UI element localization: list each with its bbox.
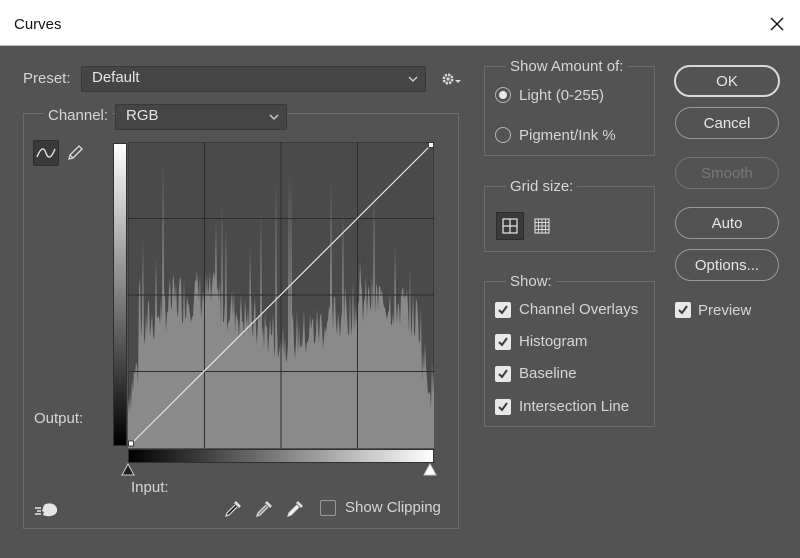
preset-dropdown[interactable]: Default (81, 66, 426, 92)
auto-button[interactable]: Auto (675, 207, 779, 239)
output-gradient-bar (113, 143, 127, 446)
input-gradient-bar (128, 449, 434, 463)
channel-overlays-label: Channel Overlays (519, 301, 639, 318)
checkmark-icon (678, 305, 688, 315)
curve-point-tool[interactable] (33, 140, 59, 166)
output-label: Output: (34, 410, 84, 427)
baseline-checkbox[interactable] (495, 366, 511, 382)
close-button[interactable] (754, 6, 800, 42)
close-icon (770, 17, 784, 31)
detailed-grid-button[interactable] (528, 212, 556, 240)
smooth-button[interactable]: Smooth (675, 157, 779, 189)
curves-graph[interactable] (128, 142, 434, 448)
pencil-icon (68, 145, 83, 160)
black-eyedropper-button[interactable] (221, 497, 245, 521)
baseline-label: Baseline (519, 365, 577, 382)
curve-point-icon (36, 148, 56, 158)
simple-grid-icon (502, 218, 518, 234)
input-label: Input: (131, 479, 169, 496)
gray-eyedropper-icon (256, 501, 272, 517)
preset-label: Preset: (23, 70, 71, 87)
chevron-down-icon (408, 76, 418, 82)
intersection-line-checkbox[interactable] (495, 399, 511, 415)
white-eyedropper-icon (287, 501, 303, 517)
white-eyedropper-button[interactable] (283, 497, 307, 521)
gray-eyedropper-button[interactable] (252, 497, 276, 521)
light-radio-label: Light (0-255) (519, 87, 605, 104)
histogram-checkbox[interactable] (495, 334, 511, 350)
black-point-slider[interactable] (121, 463, 135, 477)
on-image-adjust-tool[interactable] (33, 498, 61, 522)
preset-value: Default (92, 69, 140, 86)
curve-point-white[interactable] (428, 142, 434, 148)
checkmark-icon (498, 402, 508, 412)
channel-overlays-checkbox[interactable] (495, 302, 511, 318)
histogram-label: Histogram (519, 333, 588, 350)
checkmark-icon (498, 305, 508, 315)
channel-label: Channel: (44, 107, 113, 124)
checkmark-icon (498, 369, 508, 379)
cancel-button[interactable]: Cancel (675, 107, 779, 139)
preview-checkbox[interactable] (675, 302, 691, 318)
light-radio[interactable] (495, 87, 511, 103)
show-clipping-checkbox[interactable] (320, 500, 336, 516)
pencil-tool[interactable] (63, 140, 87, 166)
show-title: Show: (506, 273, 556, 290)
pigment-radio-label: Pigment/Ink % (519, 127, 616, 144)
show-amount-title: Show Amount of: (506, 58, 628, 75)
checkmark-icon (498, 337, 508, 347)
detailed-grid-icon (534, 218, 550, 234)
grid-size-title: Grid size: (506, 178, 578, 195)
on-image-adjust-icon (35, 503, 58, 517)
pigment-radio[interactable] (495, 127, 511, 143)
intersection-line-label: Intersection Line (519, 398, 630, 415)
ok-button[interactable]: OK (674, 65, 780, 97)
black-eyedropper-icon (225, 501, 241, 517)
window-title: Curves (14, 16, 62, 33)
options-button[interactable]: Options... (675, 249, 779, 281)
show-clipping-label: Show Clipping (345, 499, 441, 516)
preview-label: Preview (698, 302, 752, 319)
white-point-slider[interactable] (423, 463, 437, 477)
chevron-down-icon (269, 114, 279, 120)
curve-point-black[interactable] (128, 440, 134, 447)
channel-value: RGB (126, 107, 159, 124)
title-bar: Curves (0, 0, 800, 46)
preset-options-button[interactable] (437, 67, 465, 91)
simple-grid-button[interactable] (496, 212, 524, 240)
gear-icon (442, 73, 461, 85)
channel-dropdown[interactable]: RGB (115, 104, 287, 130)
